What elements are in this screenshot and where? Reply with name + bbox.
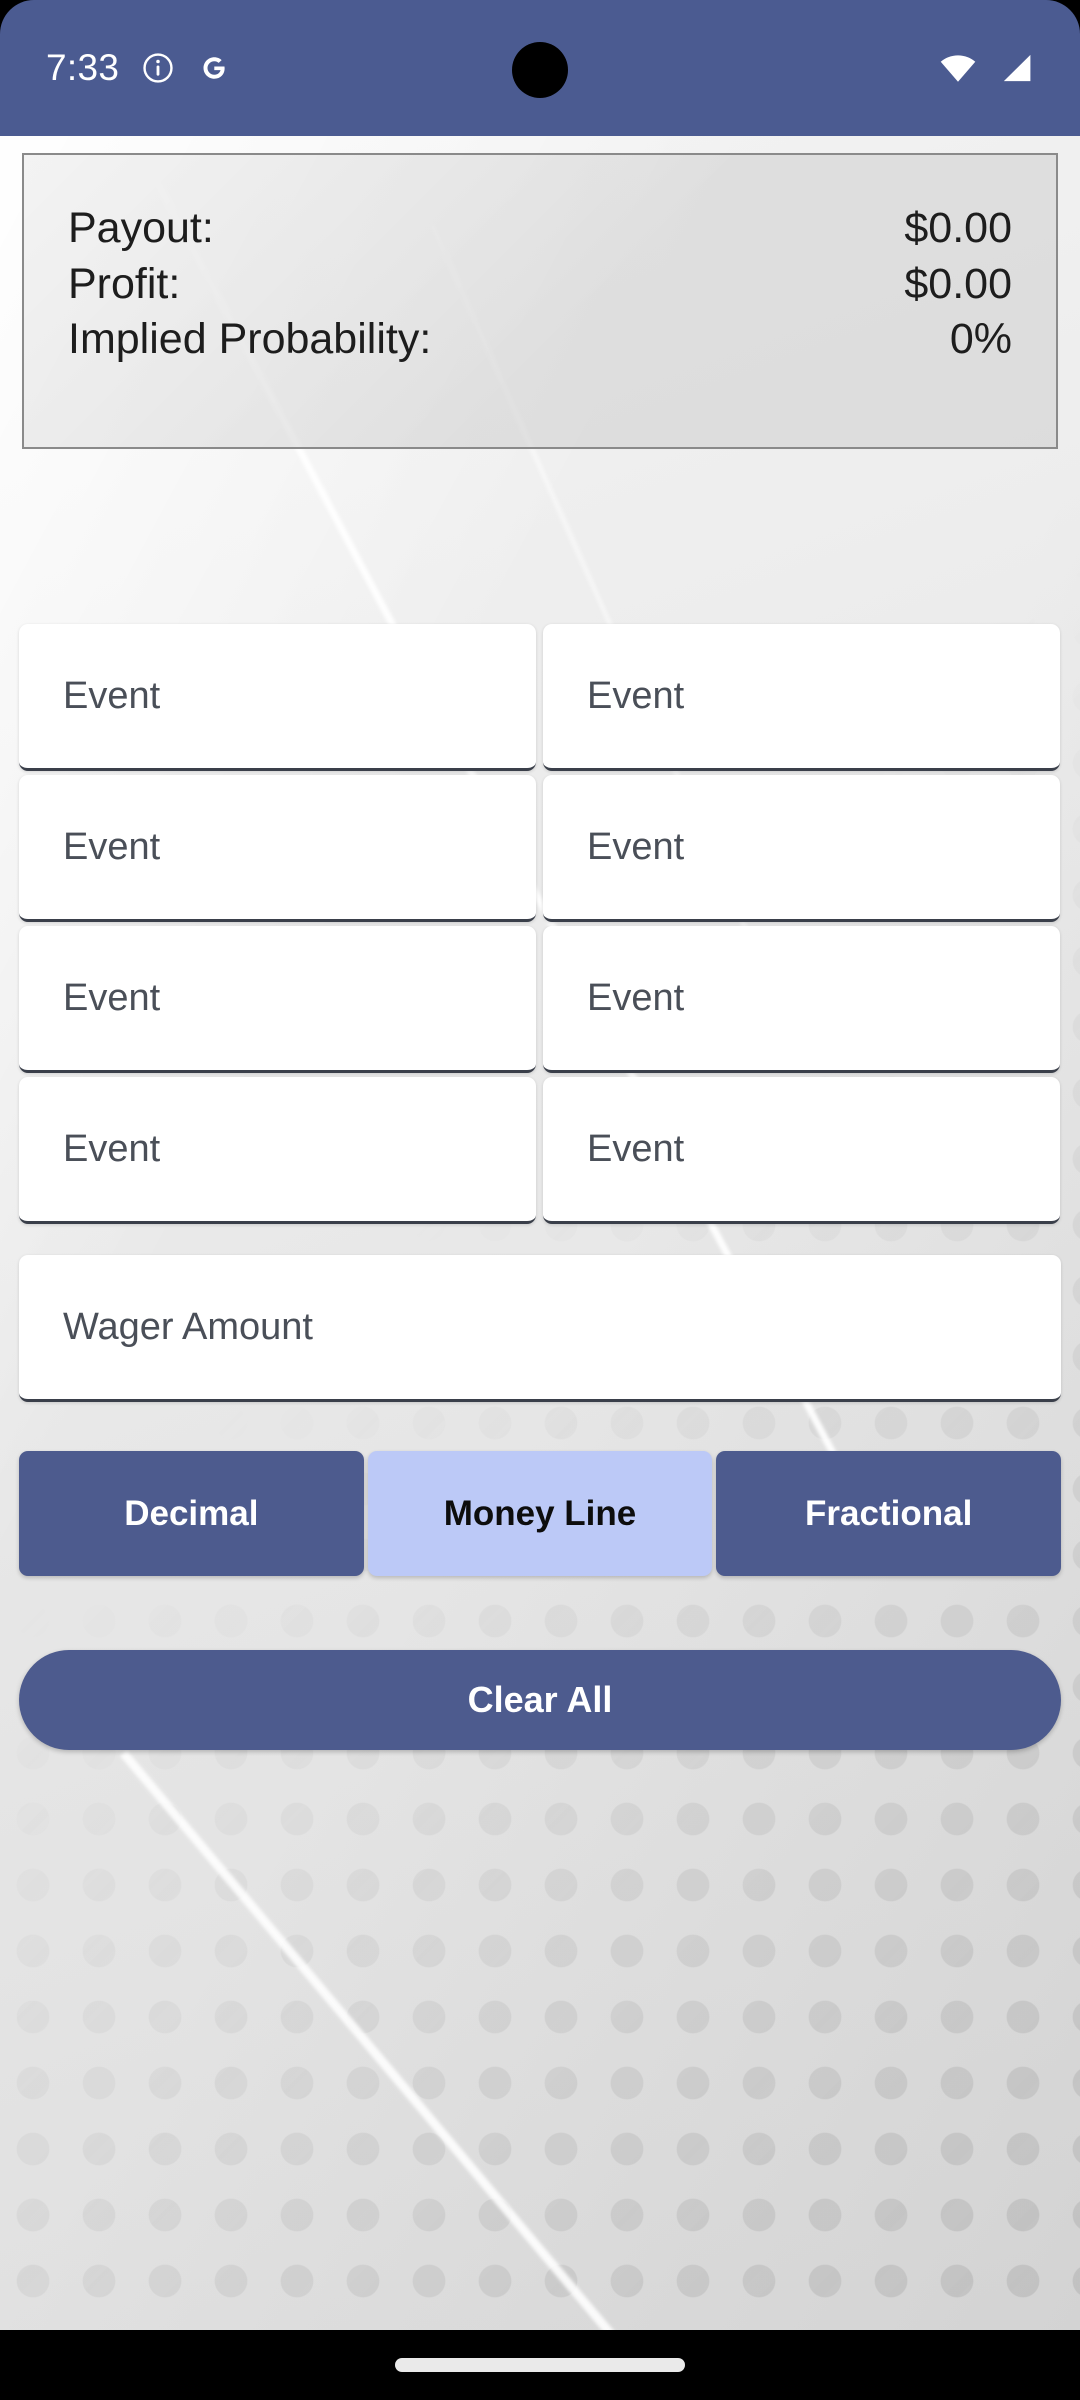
background-texture bbox=[0, 136, 1080, 2330]
profit-value: $0.00 bbox=[904, 259, 1012, 308]
status-bar: 7:33 bbox=[0, 0, 1080, 136]
payout-summary-card: Payout: $0.00 Profit: $0.00 Implied Prob… bbox=[22, 153, 1058, 449]
event-fields-grid: Event Event Event Event Event Event Even… bbox=[19, 624, 1061, 1224]
event-input-3-placeholder: Event bbox=[63, 825, 161, 868]
event-input-2-placeholder: Event bbox=[587, 674, 685, 717]
event-input-5[interactable]: Event bbox=[19, 926, 536, 1073]
implied-probability-label: Implied Probability: bbox=[68, 315, 432, 364]
summary-row-profit: Profit: $0.00 bbox=[68, 259, 1012, 310]
event-input-1-placeholder: Event bbox=[63, 674, 161, 717]
info-icon bbox=[141, 51, 175, 85]
background-dot-pattern bbox=[0, 136, 1080, 2330]
event-input-8-placeholder: Event bbox=[587, 1127, 685, 1170]
event-input-6[interactable]: Event bbox=[543, 926, 1060, 1073]
profit-label: Profit: bbox=[68, 259, 181, 308]
event-input-7-placeholder: Event bbox=[63, 1127, 161, 1170]
camera-punch-hole bbox=[512, 42, 568, 98]
event-input-7[interactable]: Event bbox=[19, 1077, 536, 1224]
odds-format-decimal-button[interactable]: Decimal bbox=[19, 1451, 364, 1576]
clear-all-button[interactable]: Clear All bbox=[19, 1650, 1061, 1750]
gesture-home-handle[interactable] bbox=[395, 2358, 685, 2372]
google-icon bbox=[197, 51, 231, 85]
odds-format-toggle-group: Decimal Money Line Fractional bbox=[19, 1451, 1062, 1576]
event-input-1[interactable]: Event bbox=[19, 624, 536, 771]
status-bar-right bbox=[938, 0, 1034, 136]
payout-value: $0.00 bbox=[904, 204, 1012, 252]
event-input-2[interactable]: Event bbox=[543, 624, 1060, 771]
system-navigation-bar bbox=[0, 2330, 1080, 2400]
event-input-4-placeholder: Event bbox=[587, 825, 685, 868]
event-input-3[interactable]: Event bbox=[19, 775, 536, 922]
payout-label: Payout: bbox=[68, 204, 214, 252]
cellular-signal-icon bbox=[998, 52, 1034, 84]
implied-probability-value: 0% bbox=[949, 315, 1012, 364]
phone-screen: 7:33 Payout: $0.00 Profit: $0.00 Implied… bbox=[0, 0, 1080, 2400]
event-input-4[interactable]: Event bbox=[543, 775, 1060, 922]
wager-amount-placeholder: Wager Amount bbox=[63, 1305, 313, 1348]
event-input-5-placeholder: Event bbox=[63, 976, 161, 1019]
odds-format-money-line-button[interactable]: Money Line bbox=[367, 1451, 713, 1576]
event-input-6-placeholder: Event bbox=[587, 976, 685, 1019]
event-input-8[interactable]: Event bbox=[543, 1077, 1060, 1224]
summary-row-payout: Payout: $0.00 bbox=[68, 203, 1012, 254]
background-wash bbox=[0, 136, 1080, 2330]
odds-format-fractional-button[interactable]: Fractional bbox=[716, 1451, 1062, 1576]
summary-row-implied-probability: Implied Probability: 0% bbox=[68, 314, 1012, 365]
app-content: Payout: $0.00 Profit: $0.00 Implied Prob… bbox=[0, 136, 1080, 2330]
wifi-icon bbox=[938, 52, 978, 84]
wager-amount-input[interactable]: Wager Amount bbox=[19, 1255, 1061, 1402]
background-streak bbox=[120, 1750, 1027, 2330]
status-bar-left: 7:33 bbox=[46, 0, 231, 136]
status-bar-clock: 7:33 bbox=[46, 47, 120, 88]
